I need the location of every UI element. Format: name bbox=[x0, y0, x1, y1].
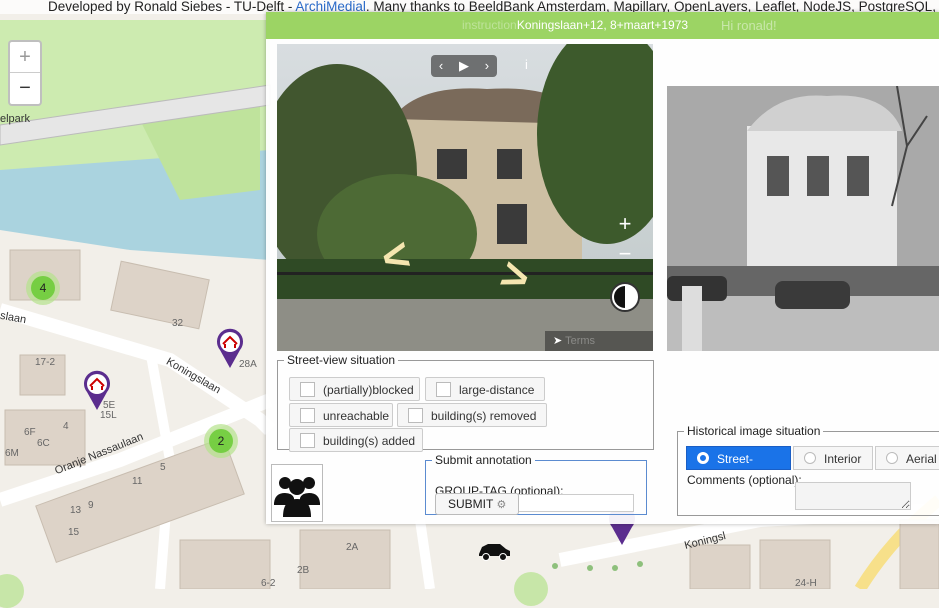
marker-cluster[interactable] bbox=[514, 572, 548, 606]
instruction-link[interactable]: instruction bbox=[462, 12, 517, 39]
checkbox-icon bbox=[300, 382, 315, 398]
checkbox-buildings-added[interactable]: building(s) added bbox=[289, 428, 423, 452]
house-number: 15L bbox=[100, 410, 117, 421]
checkbox-icon bbox=[300, 408, 315, 424]
checkbox-label: building(s) removed bbox=[431, 409, 537, 423]
submit-annotation-group: Submit annotation GROUP-TAG (optional): … bbox=[425, 453, 647, 515]
house-number: 4 bbox=[63, 421, 69, 432]
radio-aerial[interactable]: Aerial bbox=[875, 446, 939, 470]
annotation-dialog: instruction Koningslaan+12, 8+maart+1973… bbox=[266, 12, 939, 524]
house-number: 17-2 bbox=[35, 357, 56, 368]
historical-image-situation-group: Historical image situation Street-view I… bbox=[677, 424, 939, 516]
house-number: 2B bbox=[297, 565, 310, 576]
checkbox-label: unreachable bbox=[323, 409, 390, 423]
checkbox-buildings-removed[interactable]: building(s) removed bbox=[397, 403, 547, 427]
panorama-zoom-out-button[interactable]: − bbox=[611, 239, 639, 269]
house-number: 6C bbox=[37, 438, 50, 449]
house-number: 9 bbox=[88, 500, 94, 511]
cluster-count: 4 bbox=[31, 276, 55, 300]
checkbox-label: building(s) added bbox=[323, 434, 416, 448]
users-icon bbox=[274, 477, 320, 517]
street-view-situation-legend: Street-view situation bbox=[287, 353, 396, 367]
checkbox-label: (partially)blocked bbox=[323, 383, 414, 397]
house-number: 32 bbox=[172, 318, 184, 329]
car-icon bbox=[479, 544, 510, 561]
house-number: 6-2 bbox=[261, 578, 276, 589]
historical-image[interactable] bbox=[667, 86, 939, 351]
map-zoom-out-button[interactable]: − bbox=[10, 73, 40, 103]
radio-icon bbox=[886, 452, 898, 464]
historical-image-situation-legend: Historical image situation bbox=[687, 424, 821, 438]
credits-text: Developed by Ronald Siebes - TU-Delft - bbox=[48, 0, 296, 14]
street-view-panorama[interactable]: ‹ ▶ › i < > + − ➤ Terms bbox=[277, 44, 653, 351]
historical-photo bbox=[667, 86, 939, 351]
group-tag-input[interactable] bbox=[514, 494, 634, 512]
marker-cluster[interactable]: 2 bbox=[204, 424, 238, 458]
radio-label: Aerial bbox=[906, 452, 937, 466]
play-button[interactable]: ▶ bbox=[459, 55, 469, 77]
checkbox-label: large-distance bbox=[459, 383, 535, 397]
house-number: 24-H bbox=[795, 578, 817, 589]
comments-textarea[interactable] bbox=[795, 482, 911, 510]
house-number: 6F bbox=[24, 427, 36, 438]
user-greeting: Hi ronald! bbox=[721, 18, 777, 33]
radio-street-view[interactable]: Street-view bbox=[686, 446, 791, 490]
checkbox-large-distance[interactable]: large-distance bbox=[425, 377, 545, 401]
panorama-nav-controls: ‹ ▶ › bbox=[431, 55, 497, 77]
house-number: 6M bbox=[5, 448, 19, 459]
house-number: 13 bbox=[70, 505, 82, 516]
street-view-situation-group: Street-view situation (partially)blocked… bbox=[277, 353, 654, 452]
cluster-count: 2 bbox=[209, 429, 233, 453]
group-icon[interactable] bbox=[271, 464, 323, 522]
submit-annotation-legend: Submit annotation bbox=[435, 453, 532, 467]
radio-icon bbox=[804, 452, 816, 464]
gear-icon: ⚙ bbox=[496, 499, 507, 511]
street-view-image bbox=[277, 44, 653, 351]
radio-group: Street-view Interior Aerial bbox=[686, 446, 939, 490]
compass-icon[interactable] bbox=[610, 282, 640, 312]
submit-button[interactable]: SUBMIT ⚙ bbox=[435, 493, 520, 515]
checkbox-icon bbox=[300, 433, 315, 449]
house-number: 15 bbox=[68, 527, 80, 538]
map-zoom-in-button[interactable]: + bbox=[10, 42, 40, 73]
prev-photo-button[interactable]: ‹ bbox=[439, 55, 443, 77]
dialog-title-bar: instruction Koningslaan+12, 8+maart+1973… bbox=[266, 12, 939, 39]
navigation-icon: ➤ bbox=[553, 335, 566, 347]
comments-label: Comments (optional): bbox=[687, 473, 802, 487]
panorama-footer: ➤ Terms bbox=[545, 331, 653, 351]
checkbox-partially-blocked[interactable]: (partially)blocked bbox=[289, 377, 420, 401]
checkbox-unreachable[interactable]: unreachable bbox=[289, 403, 393, 427]
terms-link[interactable]: Terms bbox=[565, 335, 595, 347]
submit-label: SUBMIT bbox=[448, 497, 494, 511]
checkbox-icon bbox=[408, 408, 423, 424]
info-icon[interactable]: i bbox=[525, 57, 528, 72]
next-photo-button[interactable]: › bbox=[485, 55, 489, 77]
panorama-zoom-in-button[interactable]: + bbox=[611, 209, 639, 239]
street-label: elpark bbox=[0, 113, 30, 125]
radio-label: Interior bbox=[824, 452, 862, 466]
checkbox-icon bbox=[436, 382, 451, 398]
radio-interior[interactable]: Interior bbox=[793, 446, 873, 470]
dialog-title: Koningslaan+12, 8+maart+1973 bbox=[516, 18, 689, 32]
house-number: 5 bbox=[160, 462, 166, 473]
radio-icon bbox=[697, 452, 709, 464]
marker-cluster[interactable]: 4 bbox=[26, 271, 60, 305]
panorama-zoom-control: + − bbox=[611, 209, 639, 273]
house-number: 2A bbox=[346, 542, 359, 553]
house-number: 28A bbox=[239, 359, 257, 370]
house-number: 11 bbox=[132, 476, 143, 487]
map-zoom-control: + − bbox=[8, 40, 42, 106]
